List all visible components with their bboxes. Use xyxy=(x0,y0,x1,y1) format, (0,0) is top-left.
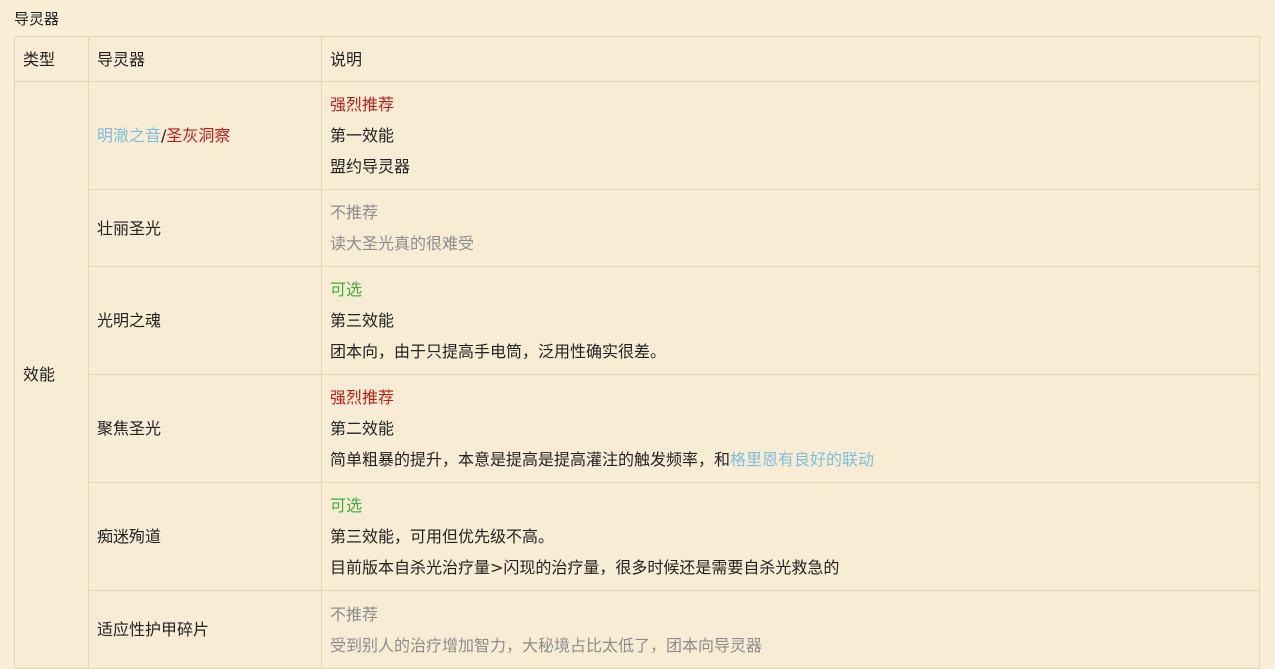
conduit-name-part[interactable]: 明澈之音 xyxy=(97,126,161,145)
header-type: 类型 xyxy=(14,36,89,82)
conduit-description: 不推荐 读大圣光真的很难受 xyxy=(321,189,1260,267)
conduit-name: 光明之魂 xyxy=(88,266,322,375)
type-cell-efficiency: 效能 xyxy=(14,81,89,669)
header-description: 说明 xyxy=(321,36,1260,82)
table-row: 聚焦圣光 强烈推荐 第二效能 简单粗暴的提升，本意是提高是提高灌注的触发频率，和… xyxy=(15,374,1260,483)
soulbind-conduit-table: 类型 导灵器 说明 效能 明澈之音/圣灰洞察 强烈推荐 第一效能 盟约导灵器 壮… xyxy=(14,36,1260,669)
conduit-description: 不推荐 受到别人的治疗增加智力，大秘境占比太低了，团本向导灵器 xyxy=(321,590,1260,669)
table-header-row: 类型 导灵器 说明 xyxy=(14,36,1260,82)
table-row: 效能 明澈之音/圣灰洞察 强烈推荐 第一效能 盟约导灵器 xyxy=(14,81,1260,669)
recommendation-label: 可选 xyxy=(330,496,363,515)
recommendation-label: 不推荐 xyxy=(330,203,379,222)
conduit-name-part[interactable]: 圣灰洞察 xyxy=(166,126,230,145)
table-row: 壮丽圣光 不推荐 读大圣光真的很难受 xyxy=(15,189,1260,267)
conduit-name: 适应性护甲碎片 xyxy=(88,590,322,669)
description-line: 盟约导灵器 xyxy=(330,157,411,176)
conduit-description: 可选 第三效能，可用但优先级不高。 目前版本自杀光治疗量>闪现的治疗量，很多时候… xyxy=(321,482,1260,591)
conduit-name: 壮丽圣光 xyxy=(88,189,322,267)
description-line: 第二效能 xyxy=(330,419,395,438)
description-line: 第三效能 xyxy=(330,311,395,330)
recommendation-label: 强烈推荐 xyxy=(330,95,395,114)
table-row: 适应性护甲碎片 不推荐 受到别人的治疗增加智力，大秘境占比太低了，团本向导灵器 xyxy=(15,590,1260,669)
table-row: 痴迷殉道 可选 第三效能，可用但优先级不高。 目前版本自杀光治疗量>闪现的治疗量… xyxy=(15,482,1260,591)
conduit-description: 可选 第三效能 团本向，由于只提高手电筒，泛用性确实很差。 xyxy=(321,266,1260,375)
conduit-name: 明澈之音/圣灰洞察 xyxy=(88,81,322,190)
description-line: 受到别人的治疗增加智力，大秘境占比太低了，团本向导灵器 xyxy=(330,635,763,655)
page-title: 导灵器 xyxy=(14,10,60,28)
description-line: 目前版本自杀光治疗量>闪现的治疗量，很多时候还是需要自杀光救急的 xyxy=(330,558,840,577)
description-line: 团本向，由于只提高手电筒，泛用性确实很差。 xyxy=(330,342,667,361)
conduit-name: 聚焦圣光 xyxy=(88,374,322,483)
conduit-name: 痴迷殉道 xyxy=(88,482,322,591)
recommendation-label: 不推荐 xyxy=(330,604,379,624)
description-line: 第三效能，可用但优先级不高。 xyxy=(330,527,555,546)
conduit-description: 强烈推荐 第一效能 盟约导灵器 xyxy=(321,81,1260,190)
recommendation-label: 强烈推荐 xyxy=(330,388,395,407)
recommendation-label: 可选 xyxy=(330,280,363,299)
conduit-description: 强烈推荐 第二效能 简单粗暴的提升，本意是提高是提高灌注的触发频率，和格里恩有良… xyxy=(321,374,1260,483)
description-line: 第一效能 xyxy=(330,126,395,145)
header-conduit: 导灵器 xyxy=(88,36,322,82)
description-line: 简单粗暴的提升，本意是提高是提高灌注的触发频率，和格里恩有良好的联动 xyxy=(330,444,1251,475)
description-line: 读大圣光真的很难受 xyxy=(330,234,475,253)
table-row: 光明之魂 可选 第三效能 团本向，由于只提高手电筒，泛用性确实很差。 xyxy=(15,266,1260,375)
description-text: 简单粗暴的提升，本意是提高是提高灌注的触发频率，和 xyxy=(330,450,731,469)
kyrian-synergy-link[interactable]: 格里恩有良好的联动 xyxy=(730,450,874,469)
